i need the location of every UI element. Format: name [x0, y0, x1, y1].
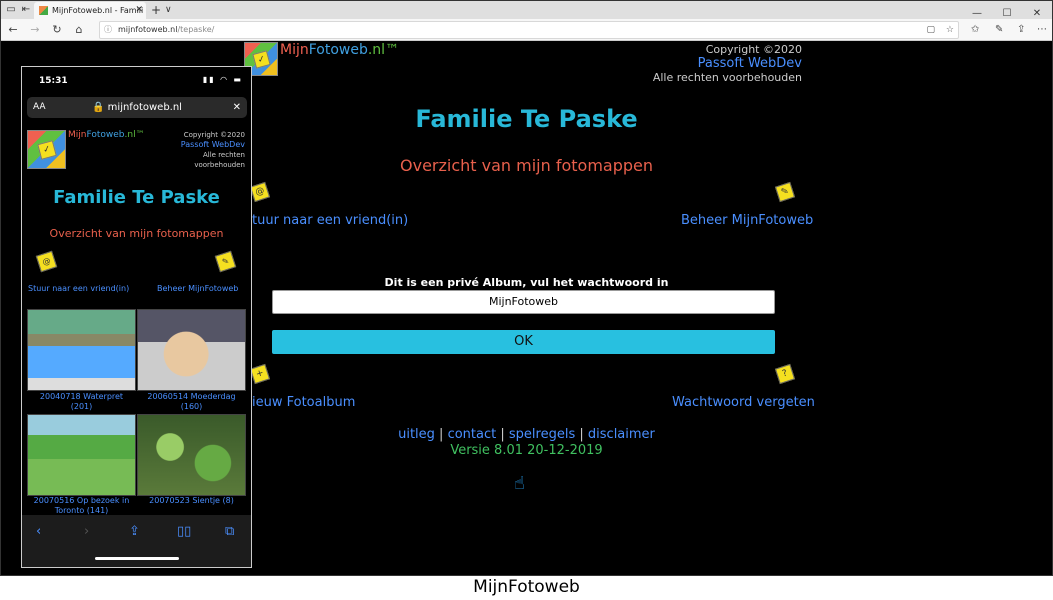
- album-caption[interactable]: 20070523 Sientje (8): [134, 496, 249, 506]
- browser-toolbar: ← → ↻ ⌂ ⓘ mijnfotoweb.nl/tepaske/ ▢ ☆ ✩ …: [1, 19, 1052, 41]
- spelregels-link[interactable]: spelregels: [509, 427, 575, 442]
- tab-bar: ▭ ⇤ MijnFotoweb.nl - Famili ✕ + ∨ — ☐ ✕: [1, 1, 1052, 19]
- phone-screenshot: 15:31 ▮▮ ◠ ▬ AA 🔒 mijnfotoweb.nl ✕ ✓ Mij…: [21, 66, 252, 568]
- phone-company-link[interactable]: Passoft WebDev: [181, 140, 245, 150]
- email-icon[interactable]: @: [35, 250, 58, 273]
- favicon-icon: [39, 6, 48, 15]
- reading-view-icon[interactable]: ▢: [927, 25, 936, 35]
- manage-icon[interactable]: ✎: [774, 181, 796, 203]
- phone-close-icon[interactable]: ✕: [233, 97, 241, 118]
- send-to-friend-link[interactable]: tuur naar een vriend(in): [252, 213, 408, 228]
- password-input[interactable]: MijnFotoweb: [272, 290, 775, 314]
- company-link[interactable]: Passoft WebDev: [653, 57, 802, 71]
- window-menu-icon[interactable]: ▭: [3, 3, 19, 17]
- new-tab-button[interactable]: +: [151, 1, 161, 19]
- share-icon[interactable]: ⇪: [1017, 22, 1025, 38]
- phone-url: 🔒 mijnfotoweb.nl: [92, 102, 182, 113]
- signal-wifi-battery-icon: ▮▮ ◠ ▬: [202, 75, 243, 84]
- uitleg-link[interactable]: uitleg: [398, 427, 435, 442]
- back-chevron-icon[interactable]: ‹: [36, 524, 41, 539]
- forward-chevron-icon[interactable]: ›: [84, 524, 89, 539]
- album-thumbnail[interactable]: [137, 309, 246, 391]
- site-info-icon[interactable]: ⓘ: [104, 22, 112, 38]
- copyright-text: Copyright ©2020: [705, 43, 802, 56]
- browser-tab[interactable]: MijnFotoweb.nl - Famili ✕: [34, 2, 146, 19]
- disclaimer-link[interactable]: disclaimer: [588, 427, 655, 442]
- phone-copyright: Copyright ©2020 Passoft WebDev Alle rech…: [180, 131, 245, 169]
- tab-actions-icon[interactable]: ⇤: [18, 3, 34, 17]
- phone-brand: MijnFotoweb.nl™: [68, 130, 145, 140]
- phone-url-bar[interactable]: AA 🔒 mijnfotoweb.nl ✕: [27, 97, 247, 118]
- bookmarks-icon[interactable]: ▯▯: [177, 524, 191, 539]
- share-icon[interactable]: ⇪: [129, 524, 140, 539]
- ok-button[interactable]: OK: [272, 330, 775, 354]
- window-controls: — ☐ ✕: [962, 1, 1052, 19]
- manage-link[interactable]: Beheer MijnFotoweb: [681, 213, 813, 228]
- album-thumbnail[interactable]: [137, 414, 246, 496]
- new-album-link[interactable]: ieuw Fotoalbum: [252, 395, 355, 410]
- pen-icon[interactable]: ✎: [995, 22, 1003, 38]
- address-bar[interactable]: ⓘ mijnfotoweb.nl/tepaske/ ▢ ☆: [99, 21, 959, 39]
- refresh-icon[interactable]: ↻: [49, 22, 65, 38]
- phone-status-bar: 15:31 ▮▮ ◠ ▬: [22, 67, 251, 93]
- phone-page-subtitle: Overzicht van mijn fotomappen: [49, 227, 224, 240]
- album-caption[interactable]: 20060514 Moederdag (160): [134, 392, 249, 412]
- pointer-hand-icon: ☝: [514, 473, 525, 494]
- home-indicator: [95, 557, 179, 560]
- url-path: /tepaske/: [177, 25, 215, 34]
- new-album-icon[interactable]: +: [249, 363, 271, 385]
- manage-icon[interactable]: ✎: [214, 250, 237, 273]
- url-host: mijnfotoweb.nl: [118, 25, 178, 34]
- home-icon[interactable]: ⌂: [71, 22, 87, 38]
- phone-bottom-toolbar: ‹ › ⇪ ▯▯ ⧉: [22, 515, 251, 567]
- forward-arrow-icon[interactable]: →: [27, 22, 43, 38]
- phone-send-to-friend-link[interactable]: Stuur naar een vriend(in): [28, 284, 129, 293]
- album-thumbnail[interactable]: [27, 309, 136, 391]
- copyright-block: Copyright ©2020 Passoft WebDev Alle rech…: [653, 43, 802, 85]
- email-icon[interactable]: @: [249, 181, 271, 203]
- tab-list-button[interactable]: ∨: [165, 1, 172, 19]
- tabs-icon[interactable]: ⧉: [225, 524, 234, 539]
- album-caption[interactable]: 20040718 Waterpret (201): [24, 392, 139, 412]
- logo-check-icon: ✓: [252, 50, 271, 69]
- phone-manage-link[interactable]: Beheer MijnFotoweb: [157, 284, 238, 293]
- phone-time: 15:31: [39, 76, 68, 86]
- forgot-password-link[interactable]: Wachtwoord vergeten: [672, 395, 815, 410]
- browser-window: ▭ ⇤ MijnFotoweb.nl - Famili ✕ + ∨ — ☐ ✕ ← …: [0, 0, 1053, 576]
- rights-text: Alle rechten voorbehouden: [652, 71, 802, 84]
- contact-link[interactable]: contact: [448, 427, 497, 442]
- help-icon[interactable]: ?: [774, 363, 796, 385]
- album-thumbnail[interactable]: [27, 414, 136, 496]
- album-caption[interactable]: 20070516 Op bezoek in Toronto (141): [24, 496, 139, 516]
- phone-site-logo[interactable]: ✓: [27, 130, 66, 169]
- site-brand: MijnFotoweb.nl™: [280, 42, 400, 58]
- back-arrow-icon[interactable]: ←: [5, 22, 21, 38]
- image-caption: MijnFotoweb: [473, 577, 580, 597]
- tab-title: MijnFotoweb.nl - Famili: [52, 6, 144, 15]
- phone-page-title: Familie Te Paske: [53, 187, 220, 208]
- tab-close-icon[interactable]: ✕: [135, 2, 143, 19]
- favorites-icon[interactable]: ✩: [971, 22, 979, 38]
- logo-check-icon: ✓: [37, 140, 57, 160]
- favorite-star-icon[interactable]: ☆: [946, 25, 954, 35]
- more-menu-icon[interactable]: ⋯: [1037, 22, 1047, 38]
